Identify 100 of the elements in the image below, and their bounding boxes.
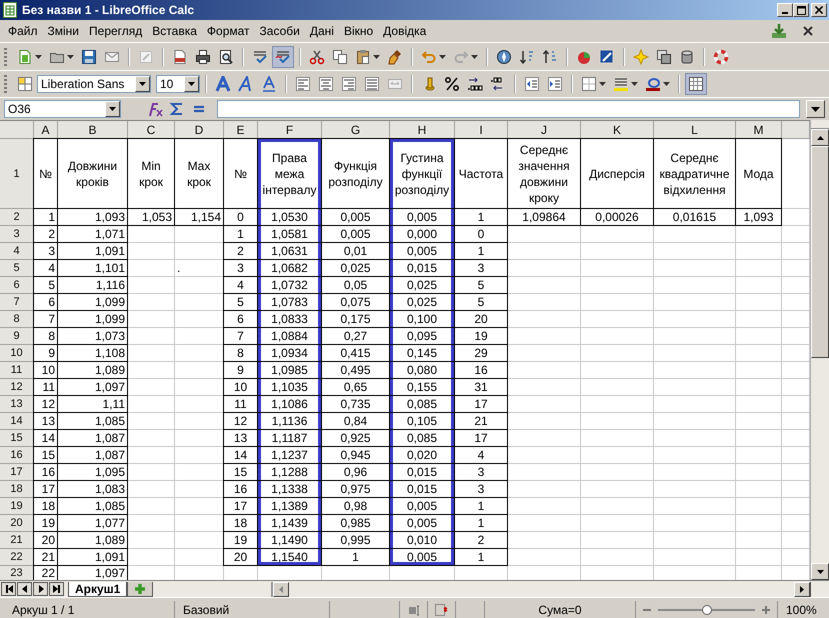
zoom-slider-thumb[interactable] [702, 604, 712, 614]
row-header[interactable]: 10 [0, 345, 34, 362]
font-color-icon[interactable] [645, 76, 661, 92]
menu-item[interactable]: Довідка [378, 24, 432, 38]
row-header[interactable]: 2 [0, 209, 34, 226]
close-icon[interactable] [801, 24, 815, 38]
function-wizard-icon[interactable] [147, 101, 163, 117]
sum-icon[interactable] [169, 101, 185, 117]
menu-item[interactable]: Вставка [147, 24, 202, 38]
row-header[interactable]: 23 [0, 566, 34, 580]
clipboard-icon[interactable] [355, 48, 371, 64]
column-header[interactable]: A [34, 121, 58, 139]
row-header[interactable]: 5 [0, 260, 34, 277]
column-header[interactable]: K [581, 121, 654, 139]
dropdown-button[interactable] [135, 76, 150, 92]
row-header[interactable]: 18 [0, 481, 34, 498]
sort-ascending-icon[interactable] [519, 48, 535, 64]
pdf-document-icon[interactable] [172, 48, 188, 64]
align-left-icon[interactable] [295, 76, 311, 92]
menu-item[interactable]: Вікно [338, 24, 378, 38]
download-icon[interactable] [771, 23, 787, 39]
align-center-icon[interactable] [318, 76, 334, 92]
column-header[interactable]: E [224, 121, 258, 139]
styles-icon[interactable] [17, 76, 33, 92]
minimize-button[interactable] [777, 3, 793, 17]
column-header[interactable]: H [390, 121, 455, 139]
database-icon[interactable] [679, 48, 695, 64]
align-right-icon[interactable] [341, 76, 357, 92]
scroll-right-button[interactable] [794, 582, 810, 596]
font-name-field[interactable]: Liberation Sans [37, 75, 151, 93]
column-header[interactable]: D [175, 121, 224, 139]
row-header[interactable]: 20 [0, 515, 34, 532]
row-header[interactable]: 13 [0, 396, 34, 413]
row-header[interactable]: 19 [0, 498, 34, 515]
pencil-icon[interactable] [138, 48, 154, 64]
auto-spellcheck-toggle[interactable] [272, 46, 294, 68]
menu-item[interactable]: Файл [3, 24, 43, 38]
row-header[interactable]: 14 [0, 413, 34, 430]
row-header[interactable]: 3 [0, 226, 34, 243]
expand-button[interactable] [806, 100, 825, 118]
column-header[interactable]: C [128, 121, 175, 139]
row-header[interactable]: 1 [0, 139, 34, 209]
zoom-in-icon[interactable] [761, 604, 771, 614]
dropdown-button[interactable] [105, 101, 120, 117]
scissors-icon[interactable] [309, 48, 325, 64]
column-header[interactable]: M [736, 121, 782, 139]
close-button[interactable] [811, 3, 827, 17]
grid-lines-toggle[interactable] [685, 73, 707, 95]
column-header[interactable]: F [258, 121, 322, 139]
paintbrush-icon[interactable] [387, 48, 403, 64]
row-header[interactable]: 15 [0, 430, 34, 447]
column-header[interactable]: I [455, 121, 508, 139]
add-sheet-button[interactable] [127, 582, 154, 596]
drawing-icon[interactable] [599, 48, 615, 64]
background-color-icon[interactable] [613, 76, 629, 92]
row-header[interactable]: 9 [0, 328, 34, 345]
star-icon[interactable] [633, 48, 649, 64]
menu-item[interactable]: Дані [304, 24, 339, 38]
row-header[interactable]: 8 [0, 311, 34, 328]
justify-icon[interactable] [364, 76, 380, 92]
menu-item[interactable]: Засоби [254, 24, 305, 38]
maximize-button[interactable] [793, 3, 809, 17]
print-preview-icon[interactable] [218, 48, 234, 64]
lifebuoy-icon[interactable] [713, 48, 729, 64]
menu-item[interactable]: Перегляд [84, 24, 148, 38]
percent-icon[interactable] [444, 76, 460, 92]
row-header[interactable]: 7 [0, 294, 34, 311]
thousands-separator-icon[interactable] [467, 76, 483, 92]
underline-icon[interactable] [261, 76, 277, 92]
formula-input[interactable] [217, 100, 800, 118]
increase-indent-icon[interactable] [547, 76, 563, 92]
column-header[interactable]: L [654, 121, 736, 139]
row-header[interactable]: 11 [0, 362, 34, 379]
borders-icon[interactable] [581, 76, 597, 92]
spreadsheet-icon[interactable] [17, 48, 33, 64]
previous-sheet-button[interactable] [17, 582, 32, 596]
menu-item[interactable]: Зміни [42, 24, 84, 38]
column-header[interactable]: B [58, 121, 128, 139]
merge-cells-icon[interactable] [387, 76, 403, 92]
dropdown-button[interactable] [184, 76, 199, 92]
next-sheet-button[interactable] [33, 582, 48, 596]
column-header[interactable]: J [508, 121, 581, 139]
row-header[interactable]: 16 [0, 447, 34, 464]
row-header[interactable]: 6 [0, 277, 34, 294]
row-header[interactable]: 21 [0, 532, 34, 549]
windows-icon[interactable] [656, 48, 672, 64]
scroll-up-button[interactable] [811, 129, 829, 146]
italic-icon[interactable] [238, 76, 254, 92]
insert-mode-icon[interactable] [408, 602, 420, 616]
spellcheck-icon[interactable] [252, 48, 268, 64]
select-all-corner[interactable] [0, 121, 34, 139]
copy-icon[interactable] [332, 48, 348, 64]
row-header[interactable]: 12 [0, 379, 34, 396]
row-header[interactable]: 22 [0, 549, 34, 566]
last-sheet-button[interactable] [49, 582, 64, 596]
name-box[interactable]: O36 [4, 100, 121, 118]
bold-icon[interactable] [215, 76, 231, 92]
printer-icon[interactable] [195, 48, 211, 64]
scroll-left-button[interactable] [273, 582, 290, 596]
row-header[interactable]: 17 [0, 464, 34, 481]
